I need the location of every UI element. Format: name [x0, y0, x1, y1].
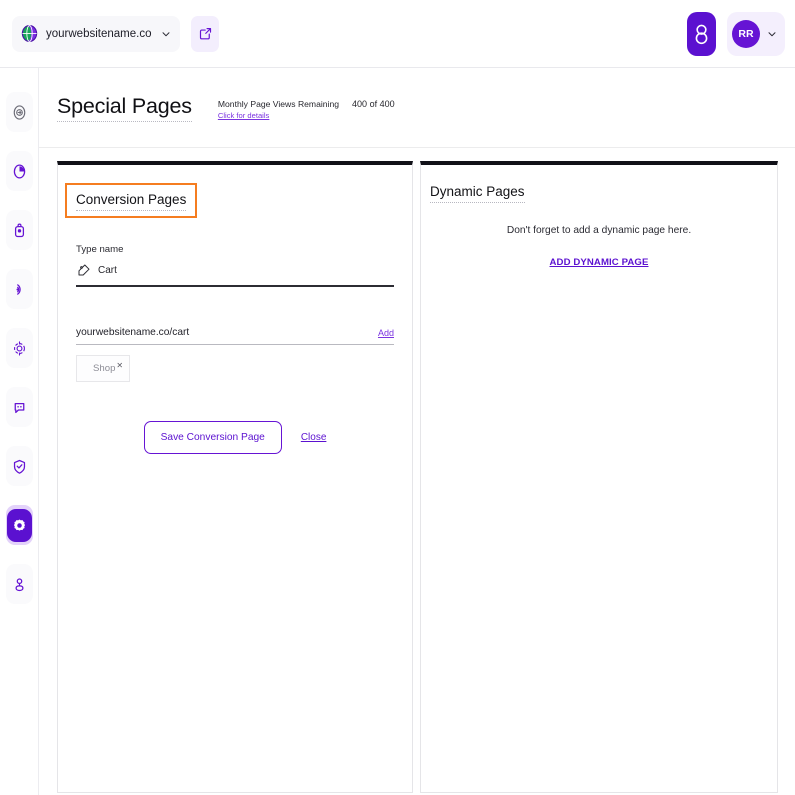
- close-icon[interactable]: ✕: [116, 362, 123, 370]
- quota-text-group: Monthly Page Views Remaining Click for d…: [218, 98, 339, 122]
- sidebar-item-signals[interactable]: [5, 269, 33, 309]
- add-url-link[interactable]: Add: [378, 328, 394, 338]
- url-field-value: yourwebsitename.co/cart: [76, 326, 190, 338]
- globe-icon: [21, 25, 38, 42]
- top-bar: yourwebsitename.co RR: [0, 0, 795, 68]
- user-pin-icon: [14, 577, 24, 591]
- brand-logo-button[interactable]: [687, 11, 716, 56]
- active-indicator: [6, 508, 32, 542]
- page-title: Special Pages: [57, 94, 192, 122]
- external-link-icon: [199, 28, 211, 40]
- conversion-panel-title: Conversion Pages: [76, 192, 187, 211]
- sidebar-item-analytics[interactable]: [5, 151, 33, 191]
- url-block: yourwebsitename.co/cart Add: [76, 327, 394, 345]
- name-field-row[interactable]: Cart: [76, 262, 394, 285]
- conversion-actions: Save Conversion Page Close: [76, 421, 394, 454]
- arrow-right-circle-icon: [13, 104, 25, 120]
- page-chip-shop[interactable]: Shop ✕: [76, 355, 131, 382]
- gear-icon: [13, 519, 25, 531]
- quota-details-link[interactable]: Click for details: [218, 110, 269, 122]
- sidebar-item-account[interactable]: [5, 564, 33, 604]
- sidebar-item-targeting[interactable]: [5, 328, 33, 368]
- chip-label: Shop: [93, 363, 116, 374]
- brand-logo-icon: [695, 24, 708, 44]
- page-header: Special Pages Monthly Page Views Remaini…: [39, 68, 795, 148]
- dynamic-pages-panel: Dynamic Pages Don't forget to add a dyna…: [420, 161, 778, 793]
- url-field-underline: [76, 343, 394, 345]
- dynamic-panel-title: Dynamic Pages: [430, 184, 525, 203]
- conversion-title-highlight: Conversion Pages: [65, 183, 198, 218]
- account-menu[interactable]: RR: [727, 11, 785, 56]
- main-content: Special Pages Monthly Page Views Remaini…: [39, 68, 795, 795]
- pie-chart-icon: [13, 163, 25, 179]
- sidebar-item-commerce[interactable]: [5, 210, 33, 250]
- conversion-title-wrap: Conversion Pages: [58, 165, 412, 218]
- sidebar-item-settings[interactable]: [5, 505, 33, 545]
- shield-check-icon: [13, 459, 25, 474]
- sidebar-item-messages[interactable]: [5, 387, 33, 427]
- quota-count: 400 of 400: [352, 98, 395, 109]
- signal-wave-icon: [15, 283, 21, 295]
- quota-widget: Monthly Page Views Remaining Click for d…: [218, 94, 395, 122]
- name-field-value: Cart: [98, 264, 117, 276]
- top-bar-right: RR: [687, 11, 795, 56]
- open-site-button[interactable]: [191, 15, 219, 52]
- site-name-label: yourwebsitename.co: [46, 27, 152, 40]
- sidebar-item-protection[interactable]: [5, 446, 33, 486]
- conversion-pages-panel: Conversion Pages Type name Cart yourwebs…: [57, 161, 413, 793]
- name-field-label: Type name: [76, 244, 124, 255]
- tag-icon: [78, 264, 90, 276]
- avatar: RR: [732, 19, 760, 48]
- name-field-underline: [76, 285, 394, 287]
- sidebar: [0, 68, 39, 795]
- app-root: yourwebsitename.co RR Special Pages Mont…: [0, 0, 795, 795]
- chat-bubble-icon: [14, 402, 24, 413]
- chevron-down-icon: [162, 31, 170, 36]
- target-crosshair-icon: [13, 340, 25, 356]
- url-field-row[interactable]: yourwebsitename.co/cart Add: [76, 327, 394, 344]
- quota-label: Monthly Page Views Remaining: [217, 98, 340, 109]
- chevron-down-icon: [768, 31, 776, 36]
- save-conversion-page-button[interactable]: Save Conversion Page: [143, 421, 282, 454]
- sidebar-item-dashboard[interactable]: [5, 92, 33, 132]
- site-selector[interactable]: yourwebsitename.co: [12, 15, 180, 52]
- add-dynamic-page-link[interactable]: ADD DYNAMIC PAGE: [550, 257, 649, 268]
- shopping-bag-icon: [14, 223, 24, 237]
- dynamic-empty-message: Don't forget to add a dynamic page here.: [506, 225, 692, 236]
- close-link[interactable]: Close: [301, 432, 327, 443]
- dynamic-title-wrap: Dynamic Pages: [421, 165, 777, 203]
- panels-container: Conversion Pages Type name Cart yourwebs…: [39, 148, 795, 793]
- conversion-form: Type name Cart yourwebsitename.co/cart A…: [58, 218, 412, 454]
